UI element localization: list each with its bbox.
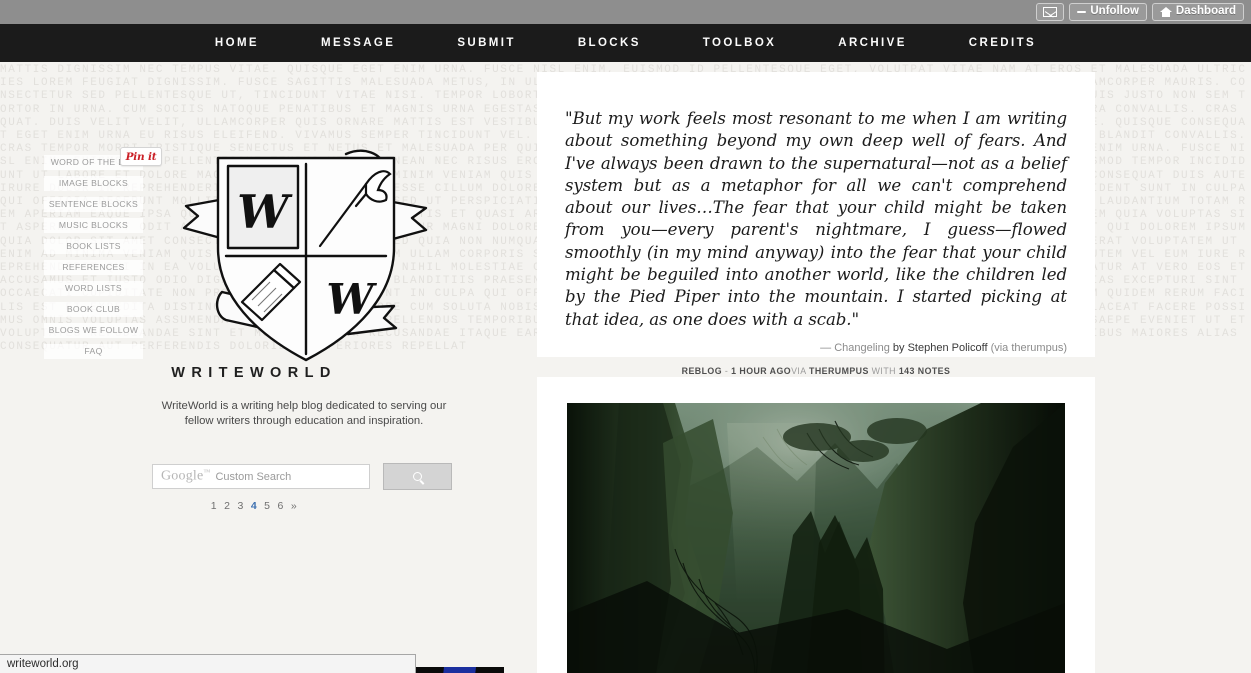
pagination: 1 2 3 4 5 6» bbox=[0, 500, 508, 512]
sidebar-item-music-blocks[interactable]: MUSIC BLOCKS bbox=[44, 218, 143, 233]
reblog-link[interactable]: REBLOG bbox=[682, 366, 722, 376]
blog-title: WRITEWORLD bbox=[171, 365, 337, 381]
page-link-next[interactable]: » bbox=[287, 500, 300, 512]
sidebar-item-book-club[interactable]: BOOK CLUB bbox=[44, 302, 143, 317]
tumblr-control-bar: Unfollow Dashboard bbox=[0, 0, 1251, 24]
sidebar-item-references[interactable]: REFERENCES bbox=[44, 260, 143, 275]
quote-post: "But my work feels most resonant to me w… bbox=[537, 72, 1095, 387]
browser-status-bar: writeworld.org bbox=[0, 654, 416, 673]
search-icon bbox=[413, 472, 422, 481]
meta-separator: - bbox=[722, 365, 732, 376]
nav-item-home[interactable]: HOME bbox=[184, 37, 290, 49]
mail-icon bbox=[1043, 7, 1058, 17]
sidebar-item-faq[interactable]: FAQ bbox=[44, 344, 143, 359]
page-link-6[interactable]: 6 bbox=[274, 500, 287, 512]
browser-page: MATTIS DIGNISSIM NEC TEMPUS VITAE. QUISQ… bbox=[0, 0, 1251, 673]
nav-item-toolbox[interactable]: TOOLBOX bbox=[672, 37, 807, 49]
page-link-5[interactable]: 5 bbox=[261, 500, 274, 512]
svg-text:W: W bbox=[237, 185, 293, 239]
sidebar-item-blogs-we-follow[interactable]: BLOGS WE FOLLOW bbox=[44, 323, 143, 338]
house-icon bbox=[1159, 6, 1172, 18]
nav-item-archive[interactable]: ARCHIVE bbox=[807, 37, 938, 49]
status-url: writeworld.org bbox=[7, 658, 79, 670]
nav-item-submit[interactable]: SUBMIT bbox=[426, 37, 546, 49]
minus-icon bbox=[1077, 10, 1087, 14]
attribution-dash: — bbox=[820, 341, 832, 354]
search-placeholder: Custom Search bbox=[215, 470, 292, 483]
sidebar-item-book-lists[interactable]: BOOK LISTS bbox=[44, 239, 143, 254]
meta-notes-label: WITH bbox=[868, 365, 899, 376]
pin-it-button[interactable]: Pin it bbox=[120, 147, 162, 166]
post-photo-image[interactable] bbox=[567, 403, 1065, 673]
via-blog-link[interactable]: THERUMPUS bbox=[809, 366, 869, 376]
sidebar-item-sentence-blocks[interactable]: SENTENCE BLOCKS bbox=[44, 197, 143, 212]
page-link-3[interactable]: 3 bbox=[234, 500, 247, 512]
quote-attribution: — Changeling by Stephen Policoff (via th… bbox=[565, 342, 1067, 354]
attribution-via: (via therumpus) bbox=[987, 341, 1067, 354]
page-link-1[interactable]: 1 bbox=[207, 500, 220, 512]
page-link-2[interactable]: 2 bbox=[221, 500, 234, 512]
main-navigation: HOME MESSAGE SUBMIT BLOCKS TOOLBOX ARCHI… bbox=[0, 24, 1251, 62]
attribution-work: Changeling bbox=[834, 341, 893, 354]
photo-post bbox=[537, 377, 1095, 673]
post-meta: REBLOG - 1 HOUR AGOVIA THERUMPUS WITH 14… bbox=[565, 366, 1067, 377]
post-timestamp[interactable]: 1 HOUR AGO bbox=[731, 366, 791, 376]
shield-crest-logo-icon: W W bbox=[170, 120, 442, 370]
nav-item-credits[interactable]: CREDITS bbox=[938, 37, 1067, 49]
search-submit-button[interactable] bbox=[383, 463, 452, 490]
page-link-4[interactable]: 4 bbox=[247, 500, 260, 512]
svg-text:W: W bbox=[326, 275, 377, 324]
messages-button[interactable] bbox=[1036, 3, 1065, 21]
sidebar-item-word-lists[interactable]: WORD LISTS bbox=[44, 281, 143, 296]
nav-item-blocks[interactable]: BLOCKS bbox=[547, 37, 672, 49]
google-logo: Google™ bbox=[161, 468, 211, 484]
nav-item-message[interactable]: MESSAGE bbox=[290, 37, 426, 49]
blog-description: WriteWorld is a writing help blog dedica… bbox=[161, 400, 447, 427]
dashboard-button[interactable]: Dashboard bbox=[1151, 3, 1244, 21]
quote-text: "But my work feels most resonant to me w… bbox=[565, 109, 1067, 329]
pin-it-label: Pin it bbox=[125, 150, 157, 163]
unfollow-label: Unfollow bbox=[1090, 5, 1139, 18]
sidebar-item-image-blocks[interactable]: IMAGE BLOCKS bbox=[44, 176, 143, 191]
search-input[interactable]: Google™ Custom Search bbox=[152, 464, 370, 489]
unfollow-button[interactable]: Unfollow bbox=[1069, 3, 1147, 21]
sidebar-menu: WORD OF THE DAY IMAGE BLOCKS SENTENCE BL… bbox=[44, 155, 143, 365]
attribution-author-link[interactable]: by Stephen Policoff bbox=[893, 342, 988, 354]
notes-count-link[interactable]: 143 NOTES bbox=[899, 366, 950, 376]
dashboard-label: Dashboard bbox=[1175, 5, 1236, 18]
meta-via-label: VIA bbox=[791, 365, 810, 376]
